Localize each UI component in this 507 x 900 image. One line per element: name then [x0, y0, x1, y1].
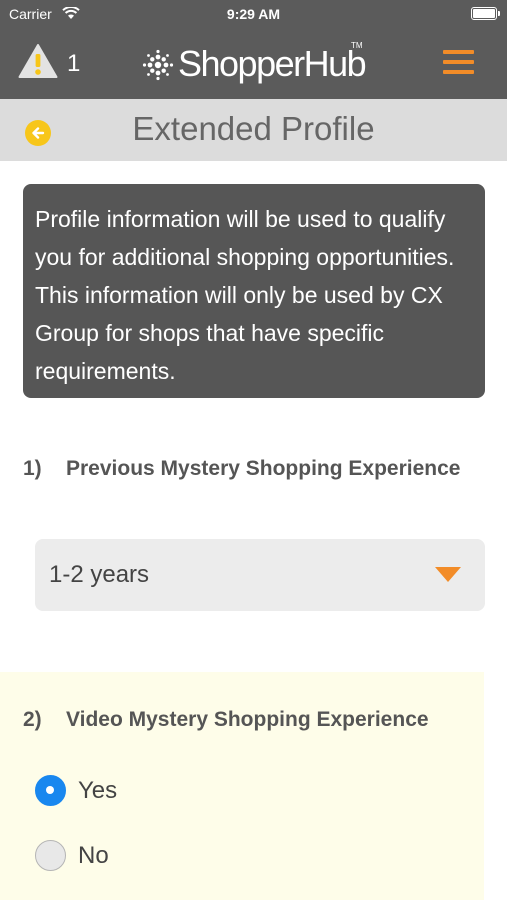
- caret-down-icon: [435, 567, 461, 582]
- radio-checked-icon[interactable]: [35, 775, 66, 806]
- radio-label-no: No: [78, 842, 109, 869]
- radio-unchecked-icon[interactable]: [35, 840, 66, 871]
- page-title: Extended Profile: [132, 110, 375, 147]
- question-1-number: 1): [23, 457, 42, 480]
- page-header: Extended Profile: [0, 99, 507, 161]
- experience-select-value: 1-2 years: [49, 561, 150, 588]
- alert-count-badge: 1: [67, 50, 81, 77]
- radio-option-no[interactable]: No: [35, 840, 235, 872]
- logo-mark-icon: [142, 49, 174, 81]
- hamburger-menu-icon[interactable]: [443, 50, 474, 74]
- question-2-panel: 2) Video Mystery Shopping Experience Yes …: [0, 672, 484, 900]
- trademark-mark: TM: [351, 41, 363, 50]
- alerts-button[interactable]: 1: [18, 42, 82, 82]
- question-2-number: 2): [23, 708, 42, 731]
- question-1-label: 1) Previous Mystery Shopping Experience: [23, 454, 483, 484]
- battery-icon: [471, 7, 500, 20]
- question-1-text: Previous Mystery Shopping Experience: [66, 457, 461, 480]
- question-2-label: 2) Video Mystery Shopping Experience: [23, 708, 429, 732]
- radio-option-yes[interactable]: Yes: [35, 775, 235, 807]
- shopperhub-logo: ShopperHub TM: [142, 40, 372, 86]
- experience-select[interactable]: 1-2 years: [35, 539, 485, 611]
- question-2-text: Video Mystery Shopping Experience: [66, 708, 429, 731]
- brand-name: ShopperHub: [178, 43, 367, 84]
- info-text: Profile information will be used to qual…: [35, 206, 455, 384]
- status-bar: Carrier 9:29 AM: [0, 0, 507, 28]
- profile-info-box: Profile information will be used to qual…: [23, 184, 485, 398]
- radio-label-yes: Yes: [78, 777, 118, 804]
- status-time: 9:29 AM: [226, 6, 281, 22]
- app-navbar: 1 ShopperHub TM: [0, 28, 507, 99]
- warning-icon: [18, 44, 58, 78]
